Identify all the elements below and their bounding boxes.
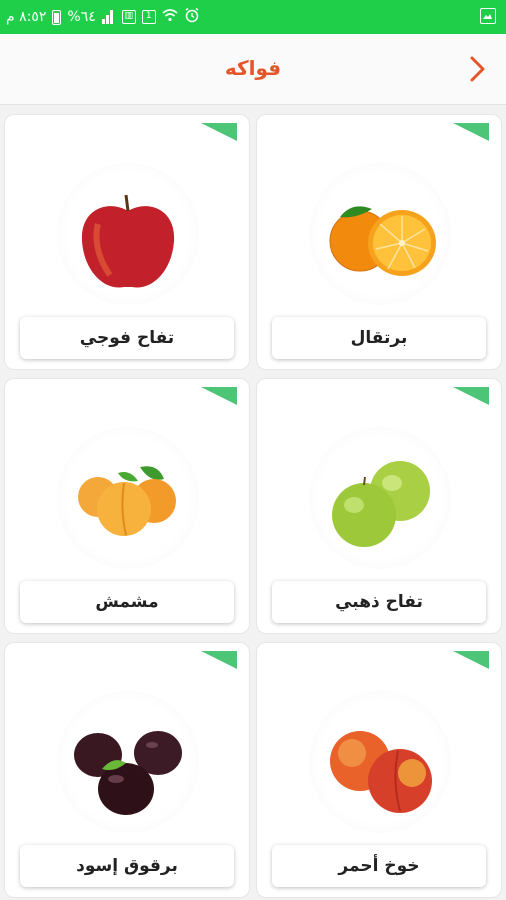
green-apple-fruit-icon <box>332 461 430 547</box>
status-time: ٨:٥٢ م <box>6 9 47 25</box>
corner-tag-icon <box>201 123 237 141</box>
fruit-name: تفاح ذهبي <box>272 581 486 623</box>
fruit-name: خوخ أحمر <box>272 845 486 887</box>
fruit-name: مشمش <box>20 581 234 623</box>
peach-fruit-icon <box>330 731 432 813</box>
battery-icon <box>52 9 62 25</box>
plum-fruit-icon <box>74 731 182 815</box>
fruit-card[interactable]: تفاح فوجي <box>4 114 250 370</box>
corner-tag-icon <box>453 387 489 405</box>
apricot-fruit-icon <box>78 466 176 536</box>
status-bar: ٨:٥٢ م %٦٤ ▥ 1 <box>0 0 506 34</box>
status-left-cluster: ٨:٥٢ م %٦٤ ▥ 1 <box>6 7 200 27</box>
corner-tag-icon <box>201 651 237 669</box>
corner-tag-icon <box>453 651 489 669</box>
chevron-right-icon[interactable] <box>462 54 492 84</box>
fruit-name: برقوق إسود <box>20 845 234 887</box>
fruit-card[interactable]: تفاح ذهبي <box>256 378 502 634</box>
fruit-card[interactable]: خوخ أحمر <box>256 642 502 898</box>
battery-percent: %٦٤ <box>67 9 96 25</box>
gallery-icon <box>480 8 496 24</box>
alarm-icon <box>184 7 200 27</box>
wifi-icon <box>162 8 178 26</box>
fruit-card[interactable]: برقوق إسود <box>4 642 250 898</box>
data-icon: ▥ <box>121 10 136 24</box>
fruit-card[interactable]: مشمش <box>4 378 250 634</box>
orange-fruit-icon <box>329 206 436 276</box>
fruit-name: برتقال <box>272 317 486 359</box>
corner-tag-icon <box>201 387 237 405</box>
page-title: فواكه <box>224 56 282 80</box>
corner-tag-icon <box>453 123 489 141</box>
sim1-icon: 1 <box>141 10 156 24</box>
signal-icon <box>101 10 116 24</box>
fruit-card[interactable]: برتقال <box>256 114 502 370</box>
red-apple-fruit-icon <box>81 194 175 288</box>
app-header: فواكه <box>0 34 506 105</box>
fruit-name: تفاح فوجي <box>20 317 234 359</box>
